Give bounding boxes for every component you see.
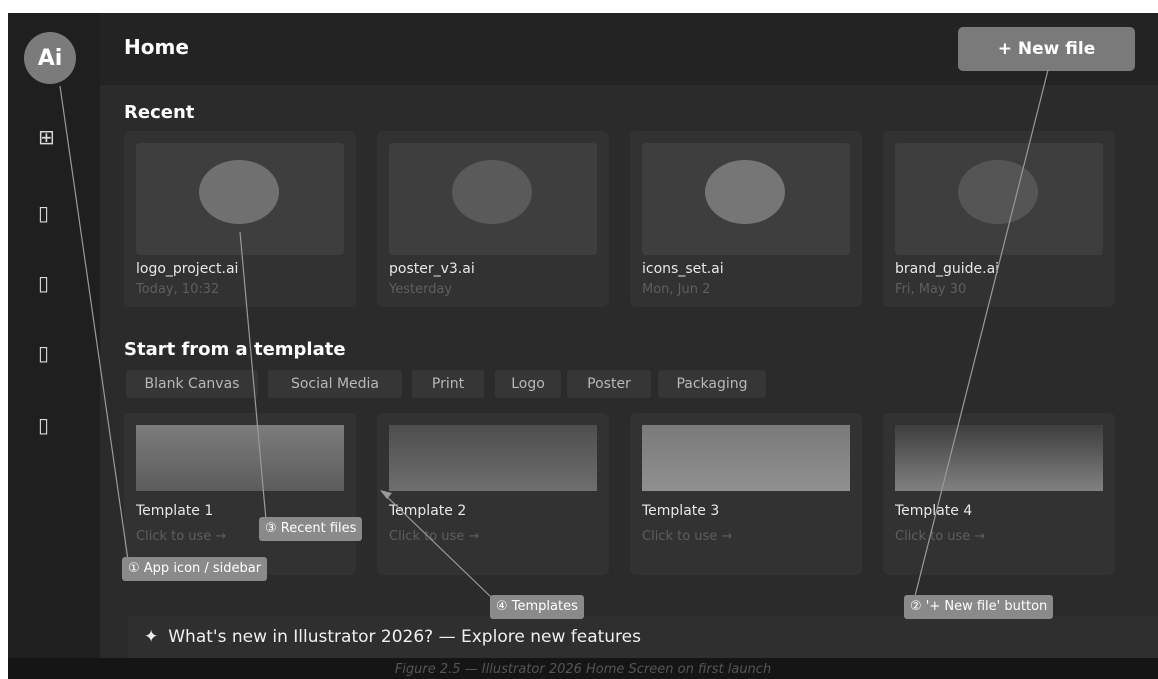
sidebar-icon-4[interactable]: ▯ [38, 413, 49, 437]
recent-file-card[interactable]: logo_project.ai Today, 10:32 [124, 131, 356, 307]
file-thumbnail [642, 143, 850, 255]
templates-section-title: Start from a template [124, 339, 346, 360]
template-card[interactable]: Template 3 Click to use → [630, 413, 862, 575]
grid-icon[interactable]: ⊞ [38, 125, 55, 149]
thumbnail-shape [452, 160, 532, 224]
template-card[interactable]: Template 2 Click to use → [377, 413, 609, 575]
file-thumbnail [895, 143, 1103, 255]
whats-new-banner[interactable]: ✦ What's new in Illustrator 2026? — Expl… [128, 616, 1158, 658]
recent-file-card[interactable]: poster_v3.ai Yesterday [377, 131, 609, 307]
file-date: Fri, May 30 [895, 282, 967, 297]
file-name: brand_guide.ai [895, 261, 1000, 277]
template-category-chip[interactable]: Poster [567, 370, 651, 398]
file-date: Mon, Jun 2 [642, 282, 711, 297]
recent-file-card[interactable]: icons_set.ai Mon, Jun 2 [630, 131, 862, 307]
figure-caption: Figure 2.5 — Illustrator 2026 Home Scree… [8, 658, 1158, 679]
sidebar: Ai ⊞ ▯ ▯ ▯ ▯ [8, 13, 100, 658]
template-card[interactable]: Template 4 Click to use → [883, 413, 1115, 575]
template-action: Click to use → [642, 529, 733, 544]
template-thumbnail [642, 425, 850, 491]
callout-recent-files: ③ Recent files [259, 517, 363, 541]
app-icon[interactable]: Ai [24, 32, 76, 84]
template-thumbnail [389, 425, 597, 491]
template-category-chip[interactable]: Social Media [268, 370, 402, 398]
template-category-chip[interactable]: Logo [495, 370, 561, 398]
template-action: Click to use → [895, 529, 986, 544]
template-name: Template 3 [642, 503, 720, 519]
template-name: Template 1 [136, 503, 214, 519]
file-name: icons_set.ai [642, 261, 724, 277]
template-name: Template 4 [895, 503, 973, 519]
file-thumbnail [136, 143, 344, 255]
thumbnail-shape [705, 160, 785, 224]
recent-file-card[interactable]: brand_guide.ai Fri, May 30 [883, 131, 1115, 307]
page-title: Home [124, 35, 189, 59]
template-card[interactable]: Template 1 Click to use → [124, 413, 356, 575]
header: Home + New file [100, 13, 1158, 85]
template-thumbnail [895, 425, 1103, 491]
file-name: poster_v3.ai [389, 261, 475, 277]
template-thumbnail [136, 425, 344, 491]
thumbnail-shape [199, 160, 279, 224]
sidebar-icon-3[interactable]: ▯ [38, 341, 49, 365]
template-category-chip[interactable]: Blank Canvas [126, 370, 258, 398]
sidebar-icon-1[interactable]: ▯ [38, 201, 49, 225]
file-thumbnail [389, 143, 597, 255]
thumbnail-shape [958, 160, 1038, 224]
template-category-chip[interactable]: Packaging [658, 370, 766, 398]
whats-new-text: What's new in Illustrator 2026? — Explor… [168, 627, 641, 647]
callout-templates: ④ Templates [490, 595, 584, 619]
recent-section-title: Recent [124, 102, 195, 123]
file-name: logo_project.ai [136, 261, 239, 277]
sidebar-icon-2[interactable]: ▯ [38, 271, 49, 295]
callout-app-icon: ① App icon / sidebar [122, 557, 268, 581]
file-date: Yesterday [389, 282, 453, 297]
file-date: Today, 10:32 [136, 282, 220, 297]
sparkle-icon: ✦ [144, 627, 159, 647]
template-action: Click to use → [136, 529, 227, 544]
callout-new-file: ② '+ New file' button [904, 595, 1054, 619]
new-file-button[interactable]: + New file [958, 27, 1135, 71]
template-action: Click to use → [389, 529, 480, 544]
template-name: Template 2 [389, 503, 467, 519]
template-category-chip[interactable]: Print [412, 370, 484, 398]
